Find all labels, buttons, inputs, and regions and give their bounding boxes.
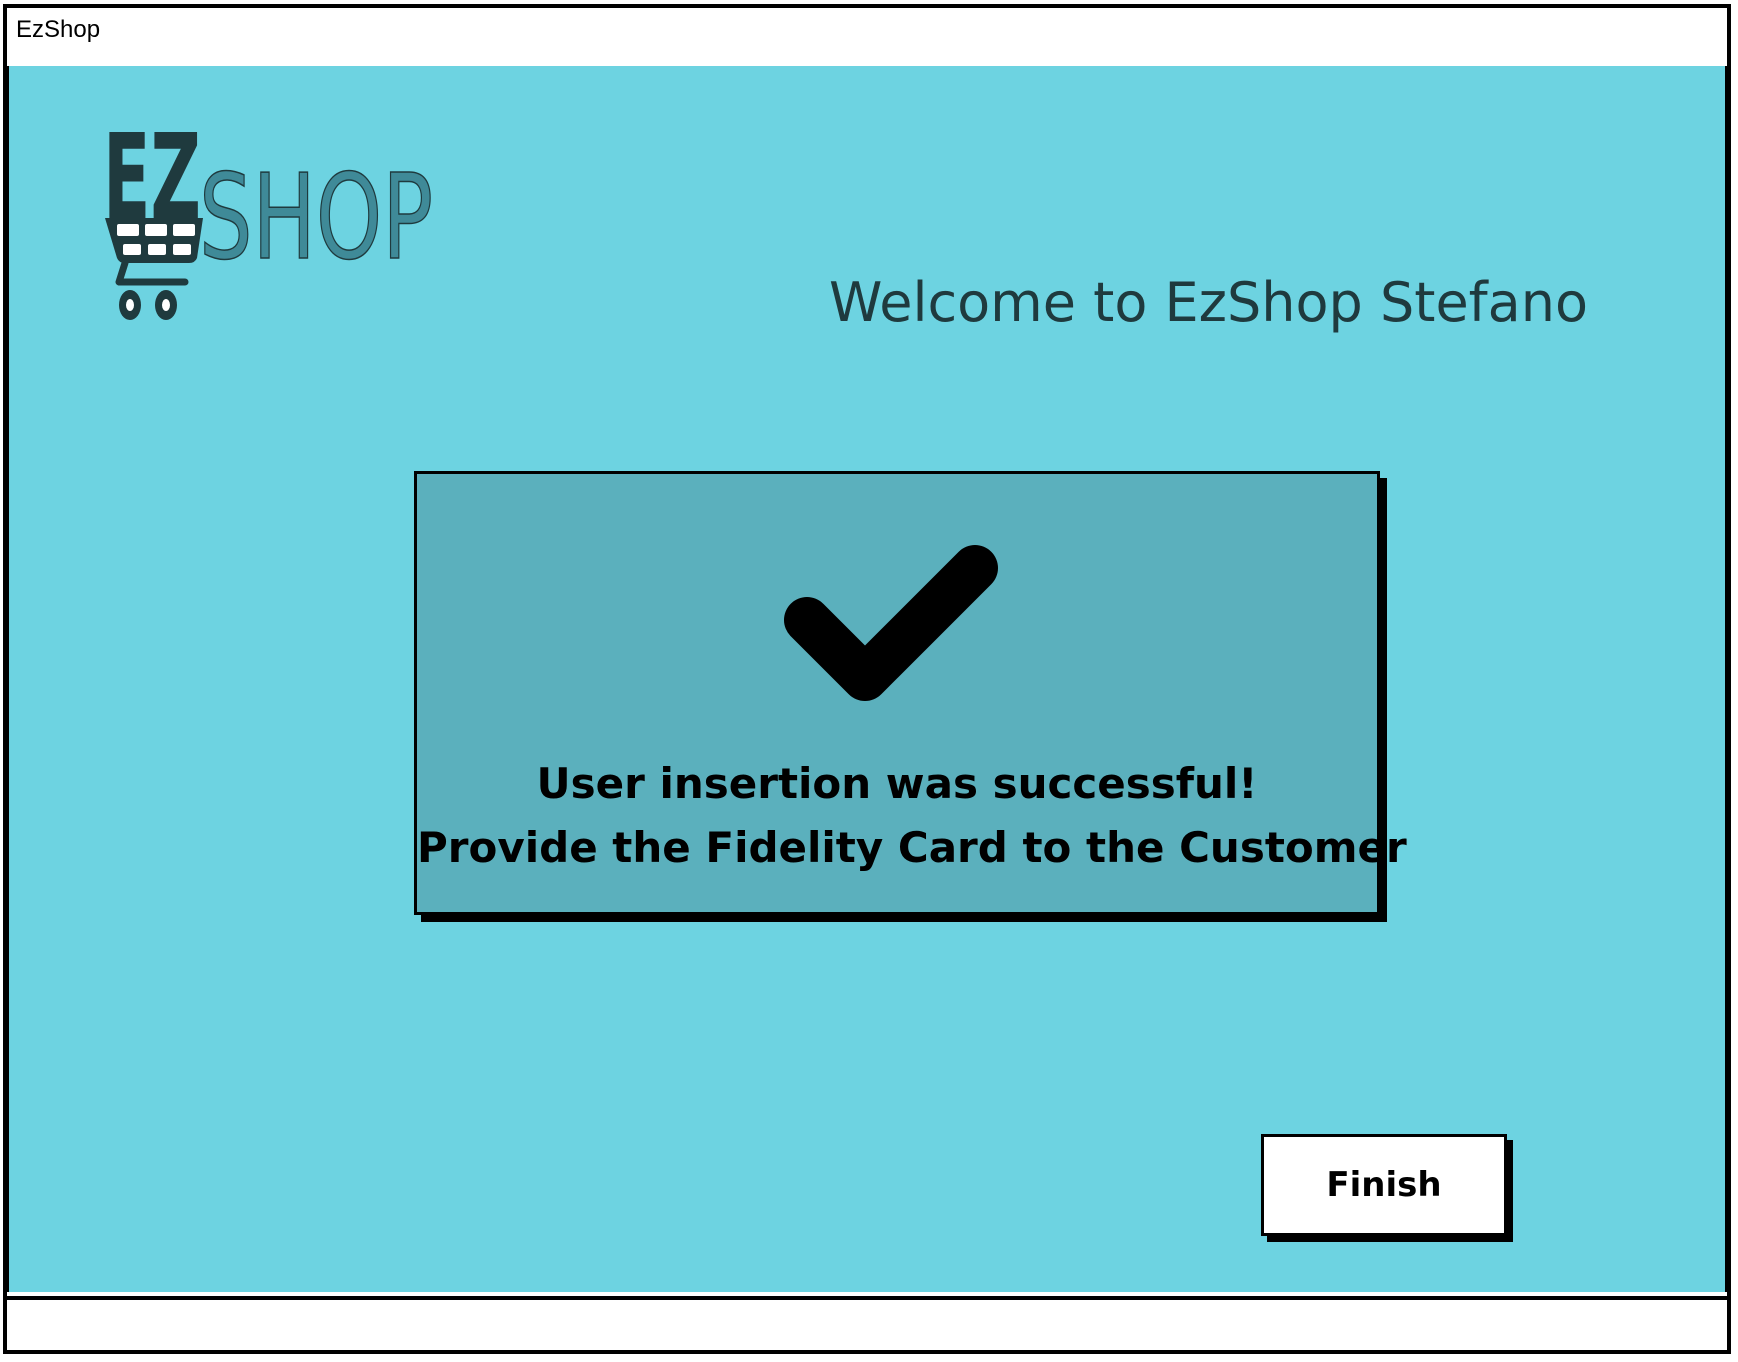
welcome-heading: Welcome to EzShop Stefano	[829, 271, 1589, 334]
ezshop-logo: EZ SHOP	[103, 108, 463, 360]
title-bar: EzShop	[7, 8, 1727, 72]
finish-button[interactable]: Finish	[1261, 1134, 1507, 1236]
success-dialog: User insertion was successful! Provide t…	[414, 471, 1407, 915]
success-message: User insertion was successful!	[536, 759, 1258, 808]
shopping-cart-icon	[105, 218, 203, 320]
main-content: EZ SHOP Welcome to EzShop Stefano User i…	[6, 66, 1728, 1292]
logo-text-shop: SHOP	[199, 148, 433, 286]
instruction-message: Provide the Fidelity Card to the Custome…	[417, 823, 1407, 872]
checkmark-icon	[784, 545, 998, 701]
window-title: EzShop	[16, 16, 101, 43]
status-bar	[3, 1296, 1731, 1346]
